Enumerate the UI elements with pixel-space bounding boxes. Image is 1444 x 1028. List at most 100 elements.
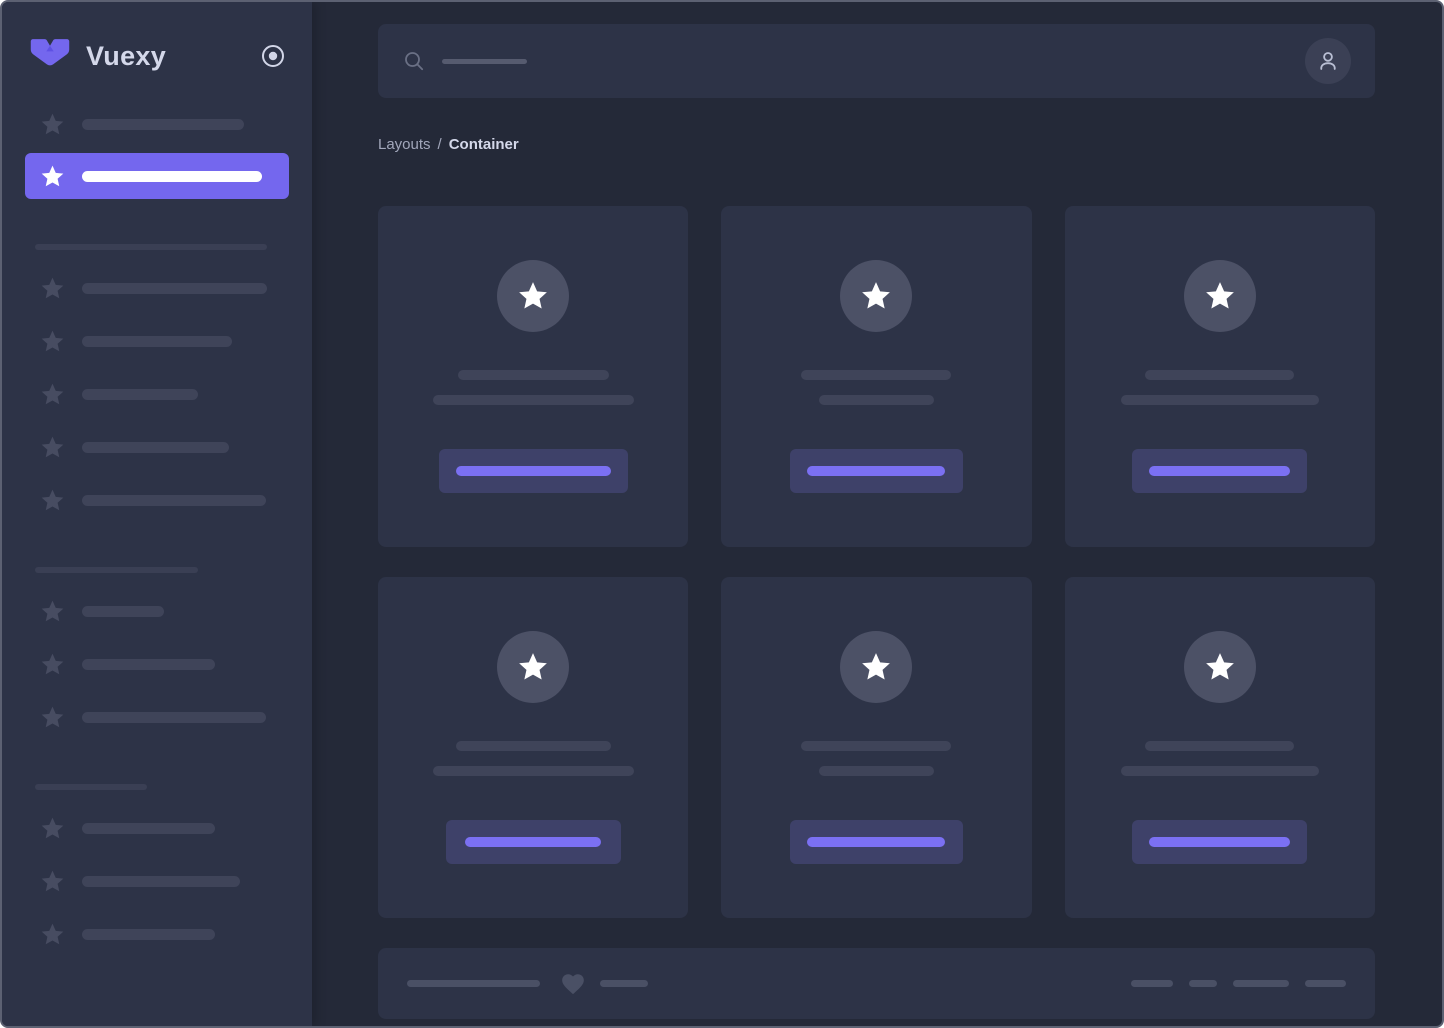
breadcrumb-current: Container xyxy=(448,136,519,153)
sidebar-item-label-placeholder xyxy=(82,283,267,294)
sidebar-nav xyxy=(2,98,312,961)
footer-text-placeholder xyxy=(600,980,648,987)
sidebar-item[interactable] xyxy=(2,691,312,744)
card-action-button[interactable] xyxy=(789,820,963,864)
star-icon xyxy=(862,653,891,680)
skeleton-card xyxy=(1064,577,1375,918)
card-action-button[interactable] xyxy=(438,449,628,493)
card-title-placeholder xyxy=(1145,370,1295,380)
sidebar-item-label-placeholder xyxy=(35,567,198,573)
card-avatar-circle xyxy=(840,260,913,332)
card-avatar-circle xyxy=(1183,631,1256,703)
star-icon xyxy=(41,330,64,352)
star-icon xyxy=(519,653,548,680)
button-label-placeholder xyxy=(1149,466,1291,476)
card-title-placeholder xyxy=(1145,741,1295,751)
sidebar-item[interactable] xyxy=(2,638,312,691)
skeleton-card xyxy=(721,206,1032,547)
breadcrumb: Layouts / Container xyxy=(378,136,1375,154)
sidebar-item-label-placeholder xyxy=(82,659,215,670)
sidebar-section-header xyxy=(2,555,312,585)
sidebar-item-label-placeholder xyxy=(35,244,267,250)
sidebar-item[interactable] xyxy=(2,474,312,527)
brand-title: Vuexy xyxy=(86,40,167,71)
card-subtitle-placeholder xyxy=(818,395,934,405)
breadcrumb-separator: / xyxy=(437,136,442,153)
card-grid xyxy=(378,206,1375,918)
sidebar-item[interactable] xyxy=(2,585,312,638)
sidebar-item-label-placeholder xyxy=(82,495,266,506)
star-icon xyxy=(41,436,64,458)
card-avatar-circle xyxy=(840,631,913,703)
footer-link-placeholder xyxy=(1233,980,1289,987)
card-action-button[interactable] xyxy=(789,449,963,493)
vuexy-logo-icon xyxy=(30,39,70,66)
star-icon xyxy=(41,489,64,511)
sidebar-item-label-placeholder xyxy=(82,823,215,834)
sidebar-section-header xyxy=(2,232,312,262)
sidebar-item-label-placeholder xyxy=(35,784,147,790)
card-title-placeholder xyxy=(457,370,609,380)
skeleton-card xyxy=(378,577,689,918)
card-subtitle-placeholder xyxy=(1120,395,1319,405)
star-icon xyxy=(41,923,64,945)
user-avatar-button[interactable] xyxy=(1305,38,1351,84)
sidebar-item[interactable] xyxy=(2,262,312,315)
menu-pin-toggle-icon[interactable] xyxy=(260,43,286,69)
card-subtitle-placeholder xyxy=(818,766,934,776)
sidebar-item[interactable] xyxy=(2,368,312,421)
footer-text-placeholder xyxy=(407,980,540,987)
star-icon xyxy=(862,282,891,309)
card-title-placeholder xyxy=(455,741,611,751)
button-label-placeholder xyxy=(807,466,946,476)
star-icon xyxy=(41,817,64,839)
card-title-placeholder xyxy=(801,370,952,380)
search-icon xyxy=(405,52,424,71)
card-title-placeholder xyxy=(801,741,952,751)
sidebar-section-header xyxy=(2,772,312,802)
sidebar-item[interactable] xyxy=(2,315,312,368)
card-subtitle-placeholder xyxy=(432,395,634,405)
card-action-button[interactable] xyxy=(1132,449,1308,493)
sidebar-item[interactable] xyxy=(2,98,312,151)
star-icon xyxy=(41,706,64,728)
star-icon xyxy=(1205,653,1234,680)
sidebar-item[interactable] xyxy=(2,908,312,961)
app-window: Vuexy Layouts / Container xyxy=(0,0,1444,1028)
sidebar-item-label-placeholder xyxy=(82,389,198,400)
main-content: Layouts / Container xyxy=(312,2,1442,1026)
sidebar-header: Vuexy xyxy=(2,2,312,74)
sidebar-item-label-placeholder xyxy=(82,876,240,887)
sidebar-item-active[interactable] xyxy=(25,153,289,199)
sidebar-item-label-placeholder xyxy=(82,336,232,347)
person-icon xyxy=(1320,52,1336,70)
card-avatar-circle xyxy=(497,631,570,703)
sidebar-item-label-placeholder xyxy=(82,442,229,453)
star-icon xyxy=(41,277,64,299)
search-input[interactable] xyxy=(378,24,1375,98)
skeleton-card xyxy=(378,206,689,547)
sidebar-item[interactable] xyxy=(2,855,312,908)
search-placeholder-bar xyxy=(442,58,527,64)
footer-links xyxy=(1131,980,1346,987)
sidebar-item[interactable] xyxy=(2,802,312,855)
footer-link-placeholder xyxy=(1189,980,1217,987)
button-label-placeholder xyxy=(807,837,946,847)
sidebar-item[interactable] xyxy=(2,421,312,474)
card-subtitle-placeholder xyxy=(1120,766,1319,776)
star-icon xyxy=(1205,282,1234,309)
sidebar-item-label-placeholder xyxy=(82,712,266,723)
card-action-button[interactable] xyxy=(1132,820,1308,864)
heart-icon xyxy=(562,973,584,994)
breadcrumb-parent-link[interactable]: Layouts xyxy=(378,136,431,154)
footer-bar xyxy=(378,948,1375,1019)
star-icon xyxy=(41,383,64,405)
card-action-button[interactable] xyxy=(445,820,621,864)
sidebar-item-label-placeholder xyxy=(82,929,215,940)
star-icon xyxy=(519,282,548,309)
card-avatar-circle xyxy=(1183,260,1256,332)
star-icon xyxy=(41,165,64,186)
star-icon xyxy=(41,653,64,675)
sidebar: Vuexy xyxy=(2,2,312,1026)
skeleton-card xyxy=(721,577,1032,918)
